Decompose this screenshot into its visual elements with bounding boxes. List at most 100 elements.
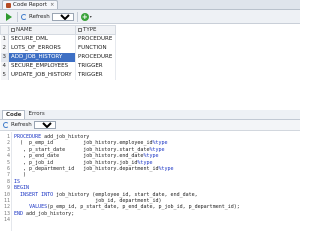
cell-name[interactable]: UPDATE_JOB_HISTORY <box>8 70 76 80</box>
keyword-token: INSERT INTO <box>20 191 54 198</box>
line-number: 14 <box>3 217 10 224</box>
row-number-header <box>0 25 9 35</box>
results-grid: NAME TYPE 1 SECURE_DML PROCEDURE 2 LOTS_… <box>0 25 300 110</box>
keyword-token: VALUES <box>29 204 48 211</box>
refresh-interval-select[interactable]: 0 <box>51 12 74 21</box>
tab-errors[interactable]: Errors <box>25 110 47 119</box>
add-icon: + <box>80 12 89 21</box>
line-number: 10 <box>3 191 10 198</box>
column-header-type[interactable]: TYPE <box>75 25 116 35</box>
code-text: , p_end_date job_history.end_date%type <box>14 153 159 159</box>
report-icon <box>6 2 11 8</box>
table-row[interactable]: 1 SECURE_DML PROCEDURE <box>0 34 116 44</box>
cell-type[interactable]: TRIGGER <box>75 70 116 80</box>
keyword-token: IS <box>14 178 21 185</box>
code-text: BEGIN <box>14 185 29 191</box>
detail-refresh-control: Refresh 0 <box>3 120 56 130</box>
code-token: , p_end_date job_history.end_date <box>14 153 144 160</box>
type-token: %type <box>158 166 174 172</box>
chevron-down-icon[interactable]: ▾ <box>90 14 92 19</box>
line-number: 4 <box>6 153 10 160</box>
detail-refresh-interval-select[interactable]: 0 <box>33 121 56 129</box>
row-number: 3 <box>0 52 9 62</box>
tab-code-report[interactable]: Code Report × <box>2 0 59 9</box>
table-row-selected[interactable]: 3 ADD_JOB_HISTORY PROCEDURE <box>0 52 116 62</box>
cell-name[interactable]: SECURE_DML <box>8 34 76 44</box>
refresh-icon[interactable] <box>21 13 27 20</box>
toolbar-divider <box>17 11 18 22</box>
column-icon <box>11 27 15 32</box>
column-header-label: NAME <box>16 27 33 33</box>
line-number: 7 <box>6 172 10 179</box>
code-text: , p_department_id job_history.department… <box>14 166 174 172</box>
cell-type[interactable]: PROCEDURE <box>75 52 116 62</box>
add-button[interactable]: + ▾ <box>80 12 92 21</box>
table-row[interactable]: 2 LOTS_OF_ERRORS FUNCTION <box>0 43 116 53</box>
table-header-row: NAME TYPE <box>0 25 116 35</box>
code-token: add_job_history <box>41 134 90 140</box>
type-token: %type <box>152 140 168 147</box>
code-text: END add_job_history; <box>14 211 74 217</box>
report-toolbar: Refresh 0 + ▾ <box>0 10 300 24</box>
code-text: job_id, department_id) <box>14 198 162 204</box>
row-number: 2 <box>0 43 9 53</box>
cell-type[interactable]: PROCEDURE <box>75 34 116 44</box>
row-number: 5 <box>0 70 9 80</box>
cell-type[interactable]: TRIGGER <box>75 61 116 71</box>
column-header-name[interactable]: NAME <box>8 25 76 35</box>
type-token: %type <box>143 153 159 160</box>
code-token: add_job_history; <box>23 210 75 217</box>
code-token: job_history (employee_id, start_date, en… <box>53 191 198 198</box>
code-text: PROCEDURE add_job_history <box>14 134 89 140</box>
cell-name[interactable]: SECURE_EMPLOYEES <box>8 61 76 71</box>
toolbar-divider <box>76 11 78 22</box>
code-token: , p_department_id job_history.department… <box>14 166 159 172</box>
code-token: job_id, department_id) <box>14 198 162 204</box>
line-number: 8 <box>6 178 10 185</box>
code-text: , p_job_id job_history.job_id%type <box>14 160 152 166</box>
tab-code[interactable]: Code <box>2 110 26 119</box>
keyword-token: BEGIN <box>14 185 30 192</box>
results-table: NAME TYPE 1 SECURE_DML PROCEDURE 2 LOTS_… <box>0 25 116 80</box>
row-number: 1 <box>0 34 9 44</box>
code-token: ( p_emp_id job_history.employee_id <box>14 140 153 147</box>
detail-toolbar: Refresh 0 <box>0 120 300 131</box>
line-number: 3 <box>6 146 10 153</box>
code-text: INSERT INTO job_history (employee_id, st… <box>14 192 198 198</box>
code-viewer[interactable]: 1 PROCEDURE add_job_history 2 ( p_emp_id j… <box>0 132 300 231</box>
code-token: (p_emp_id, p_start_date, p_end_date, p_j… <box>47 204 240 211</box>
code-text: IS <box>14 179 20 185</box>
keyword-token: END <box>14 210 24 217</box>
code-text: ( p_emp_id job_history.employee_id%type <box>14 140 168 146</box>
line-number: 1 <box>6 134 10 140</box>
cell-type[interactable]: FUNCTION <box>75 43 116 53</box>
row-number: 4 <box>0 61 9 71</box>
detail-tab-bar: Code Errors <box>0 110 300 120</box>
column-header-label: TYPE <box>83 27 97 33</box>
tab-title: Code Report <box>13 2 48 8</box>
run-button[interactable] <box>3 12 14 22</box>
line-number: 12 <box>3 204 10 211</box>
cell-name[interactable]: LOTS_OF_ERRORS <box>8 43 76 53</box>
code-token: , p_start_date job_history.start_date <box>14 146 150 153</box>
code-token: , p_job_id job_history.job_id <box>14 159 138 166</box>
table-row[interactable]: 4 SECURE_EMPLOYEES TRIGGER <box>0 61 116 71</box>
column-icon <box>78 27 82 32</box>
line-number: 2 <box>6 140 10 147</box>
code-token: ) <box>14 172 27 179</box>
keyword-token: PROCEDURE <box>14 134 42 140</box>
refresh-label[interactable]: Refresh <box>11 122 32 128</box>
close-icon[interactable]: × <box>50 2 54 8</box>
type-token: %type <box>137 159 153 166</box>
refresh-control: Refresh 0 <box>21 12 74 22</box>
refresh-label[interactable]: Refresh <box>29 14 50 20</box>
code-text: ) <box>14 172 26 178</box>
table-row[interactable]: 5 UPDATE_JOB_HISTORY TRIGGER <box>0 70 116 80</box>
line-number: 13 <box>3 210 10 217</box>
line-number: 5 <box>6 159 10 166</box>
line-number: 9 <box>6 185 10 192</box>
cell-name[interactable]: ADD_JOB_HISTORY <box>8 52 76 62</box>
line-number: 11 <box>3 198 10 204</box>
code-text: VALUES(p_emp_id, p_start_date, p_end_dat… <box>14 204 240 210</box>
refresh-icon[interactable] <box>3 122 9 128</box>
